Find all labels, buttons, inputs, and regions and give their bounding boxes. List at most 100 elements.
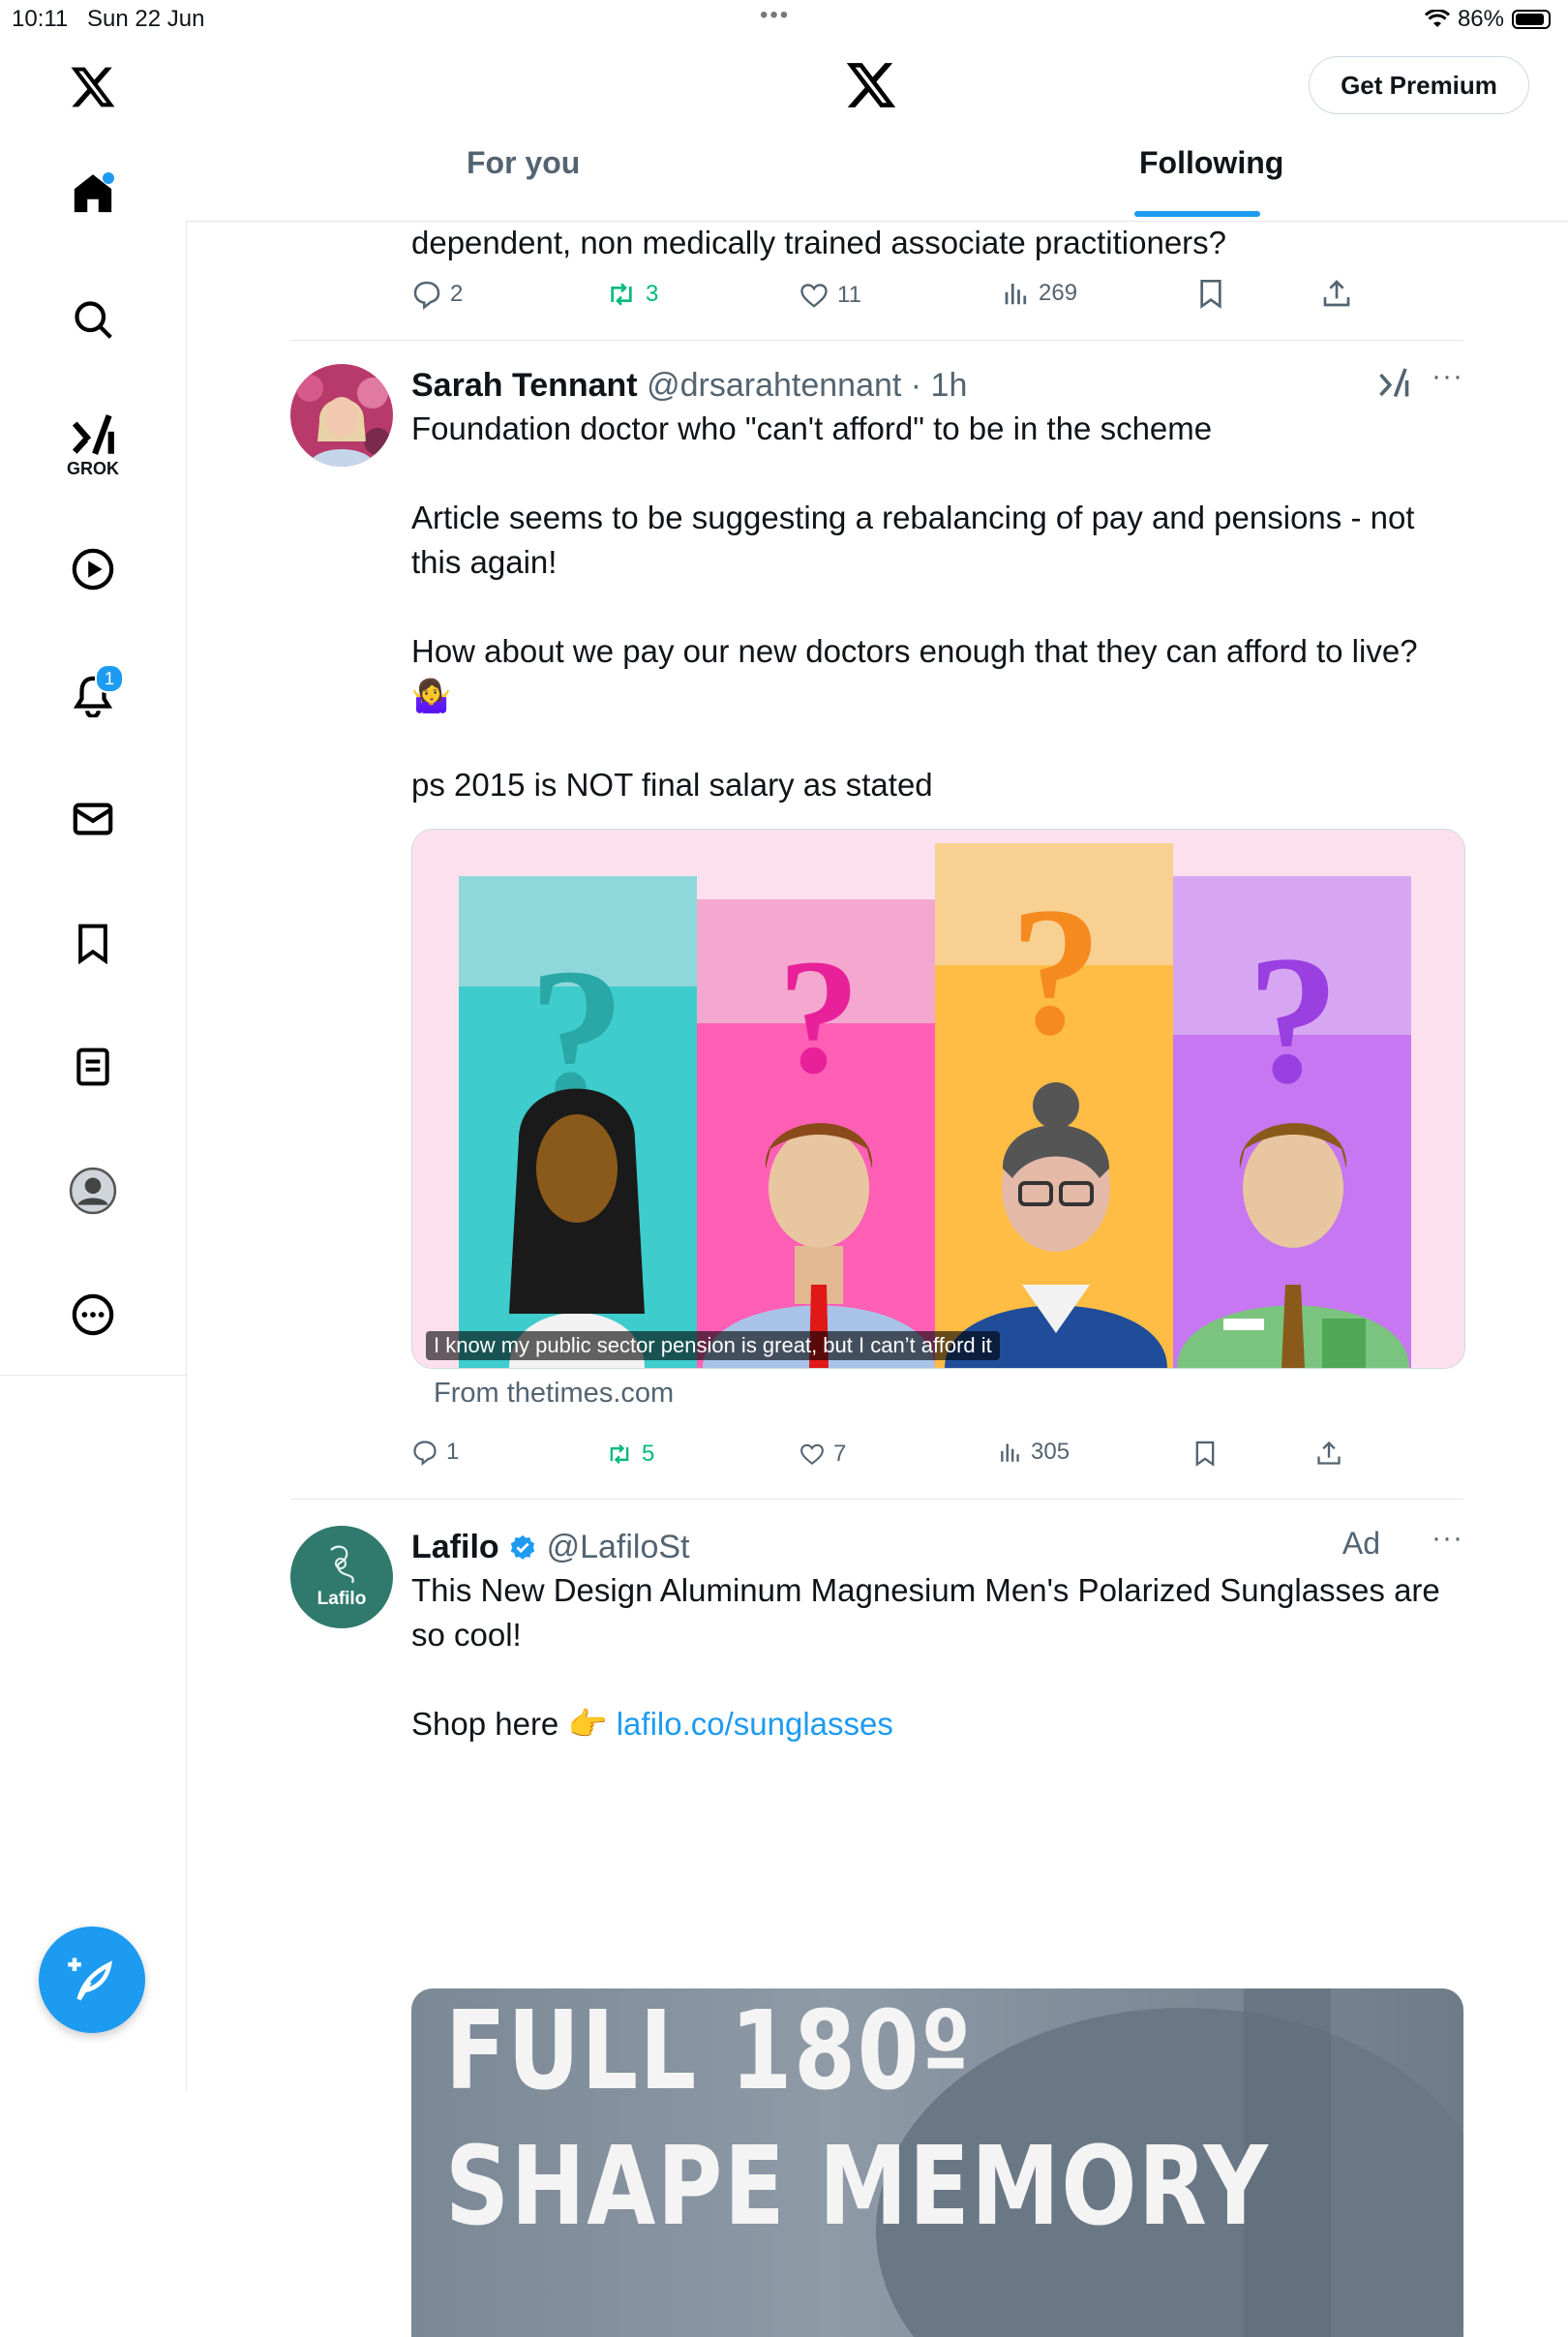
like-button[interactable]: 7 [799,1441,846,1468]
repost-button[interactable]: 3 [605,279,658,310]
status-date: Sun 22 Jun [87,6,205,32]
reply-icon [413,281,440,310]
tweet-separator [290,1499,1463,1500]
x-logo-center-icon[interactable] [844,58,898,117]
more-icon[interactable] [64,1286,122,1344]
svg-text:?: ? [1010,870,1102,1074]
views-count: 305 [1031,1439,1070,1465]
shop-text: Shop here 👉 [411,1706,608,1742]
tweet-text-line2: Article seems to be suggesting a rebalan… [411,500,1415,580]
messages-icon[interactable] [64,790,122,848]
share-icon [1323,280,1350,307]
tab-for-you[interactable]: For you [467,145,580,181]
home-icon[interactable] [64,165,122,223]
tweet-shop-line: Shop here 👉 lafilo.co/sunglasses [411,1702,1463,1746]
ad-media[interactable]: FULL 180º SHAPE MEMORY [411,1988,1463,2337]
share-icon [1317,1441,1341,1465]
avatar-label: Lafilo [317,1589,367,1609]
tweet-text-line3: How about we pay our new doctors enough … [411,633,1418,669]
more-options-icon[interactable]: ··· [1432,360,1463,393]
compose-feather-icon [68,1958,112,2001]
avatar[interactable] [290,364,393,467]
reply-button[interactable]: 1 [411,1439,459,1466]
avatar[interactable]: Lafilo [290,1526,393,1628]
sidebar-divider [0,1375,186,1376]
ad-image-text-2: SHAPE MEMORY [445,2124,1270,2250]
sidebar: GROK 1 [0,39,187,2091]
like-count: 11 [837,282,861,308]
notification-badge: 1 [95,664,124,693]
ad-image-text-1: FULL 180º [445,1988,973,2114]
notifications-icon[interactable]: 1 [64,664,124,724]
bookmarks-icon[interactable] [64,914,122,972]
share-button[interactable] [1315,1439,1342,1468]
link-card-image[interactable]: ? ? ? ? I know my public sector pension … [411,829,1465,1369]
x-logo-icon[interactable] [64,58,122,116]
verified-badge-icon [510,1534,535,1560]
views-count: 269 [1039,280,1078,306]
grok-explain-icon[interactable] [1376,366,1411,406]
tab-following[interactable]: Following [1139,145,1283,181]
repost-count: 3 [646,281,659,307]
like-count: 7 [833,1441,847,1467]
card-source[interactable]: From thetimes.com [434,1378,674,1410]
like-icon [800,284,828,308]
multitasking-dots-icon[interactable]: ••• [760,2,790,29]
bookmark-button[interactable] [1191,1439,1219,1468]
views-button[interactable]: 269 [1002,279,1077,308]
search-icon[interactable] [64,290,122,349]
tweet-body: Lafilo @LafiloSt Ad ··· This New Design … [411,1522,1463,1746]
author-name[interactable]: Sarah Tennant [411,367,638,404]
tweet-body: Sarah Tennant @drsarahtennant · 1h ··· F… [411,360,1463,807]
status-bar: 10:11 Sun 22 Jun ••• 86% [0,0,1568,39]
views-icon [1005,284,1027,305]
profile-icon[interactable] [64,1162,122,1220]
repost-icon [611,283,632,306]
grok-icon[interactable] [64,407,122,465]
tweet-text-line4: ps 2015 is NOT final salary as stated [411,767,933,803]
tweet-separator [290,340,1463,341]
status-time: 10:11 [12,6,69,32]
more-options-icon[interactable]: ··· [1432,1522,1463,1555]
battery-icon [1512,10,1551,29]
card-caption: I know my public sector pension is great… [426,1331,1000,1360]
tweet-text-line1: Foundation doctor who "can't afford" to … [411,410,1213,446]
views-button[interactable]: 305 [998,1439,1070,1466]
reply-count: 2 [450,281,464,307]
repost-button[interactable]: 5 [605,1441,654,1468]
tweet-text-line1: This New Design Aluminum Magnesium Men's… [411,1572,1440,1653]
tweet-actions: 2 3 11 269 [411,269,1463,327]
get-premium-button[interactable]: Get Premium [1309,56,1529,114]
like-button[interactable]: 11 [799,281,861,310]
tweet-actions: 1 5 7 305 [411,1439,1463,1497]
reply-button[interactable]: 2 [411,279,463,310]
grok-label: GROK [67,459,119,478]
author-handle[interactable]: @drsarahtennant [647,367,901,404]
share-button[interactable] [1321,277,1352,310]
lists-icon[interactable] [64,1038,122,1096]
shop-link[interactable]: lafilo.co/sunglasses [617,1706,893,1742]
compose-button[interactable] [39,1927,145,2033]
svg-text:?: ? [1248,919,1340,1122]
tweet-text: dependent, non medically trained associa… [411,225,1227,260]
like-icon [800,1443,824,1466]
tab-active-indicator [1134,211,1260,217]
battery-percent: 86% [1457,6,1504,32]
bookmark-icon [1195,1441,1215,1467]
shrug-emoji: 🤷‍♀️ [411,678,452,713]
tweet-time[interactable]: · 1h [911,367,968,404]
lafilo-logo-icon [330,1545,354,1584]
wifi-icon [1424,10,1450,27]
reply-count: 1 [446,1439,460,1465]
views-icon [1001,1443,1019,1462]
author-name[interactable]: Lafilo [411,1529,499,1565]
bookmark-icon [1200,280,1221,309]
ad-label: Ad [1342,1526,1380,1561]
repost-icon [610,1443,629,1465]
bookmark-button[interactable] [1195,277,1226,310]
status-right: 86% [1424,6,1551,33]
author-handle[interactable]: @LafiloSt [547,1529,690,1565]
video-icon[interactable] [64,540,122,598]
repost-count: 5 [642,1441,655,1467]
tweet-header: Sarah Tennant @drsarahtennant · 1h [411,364,1463,407]
